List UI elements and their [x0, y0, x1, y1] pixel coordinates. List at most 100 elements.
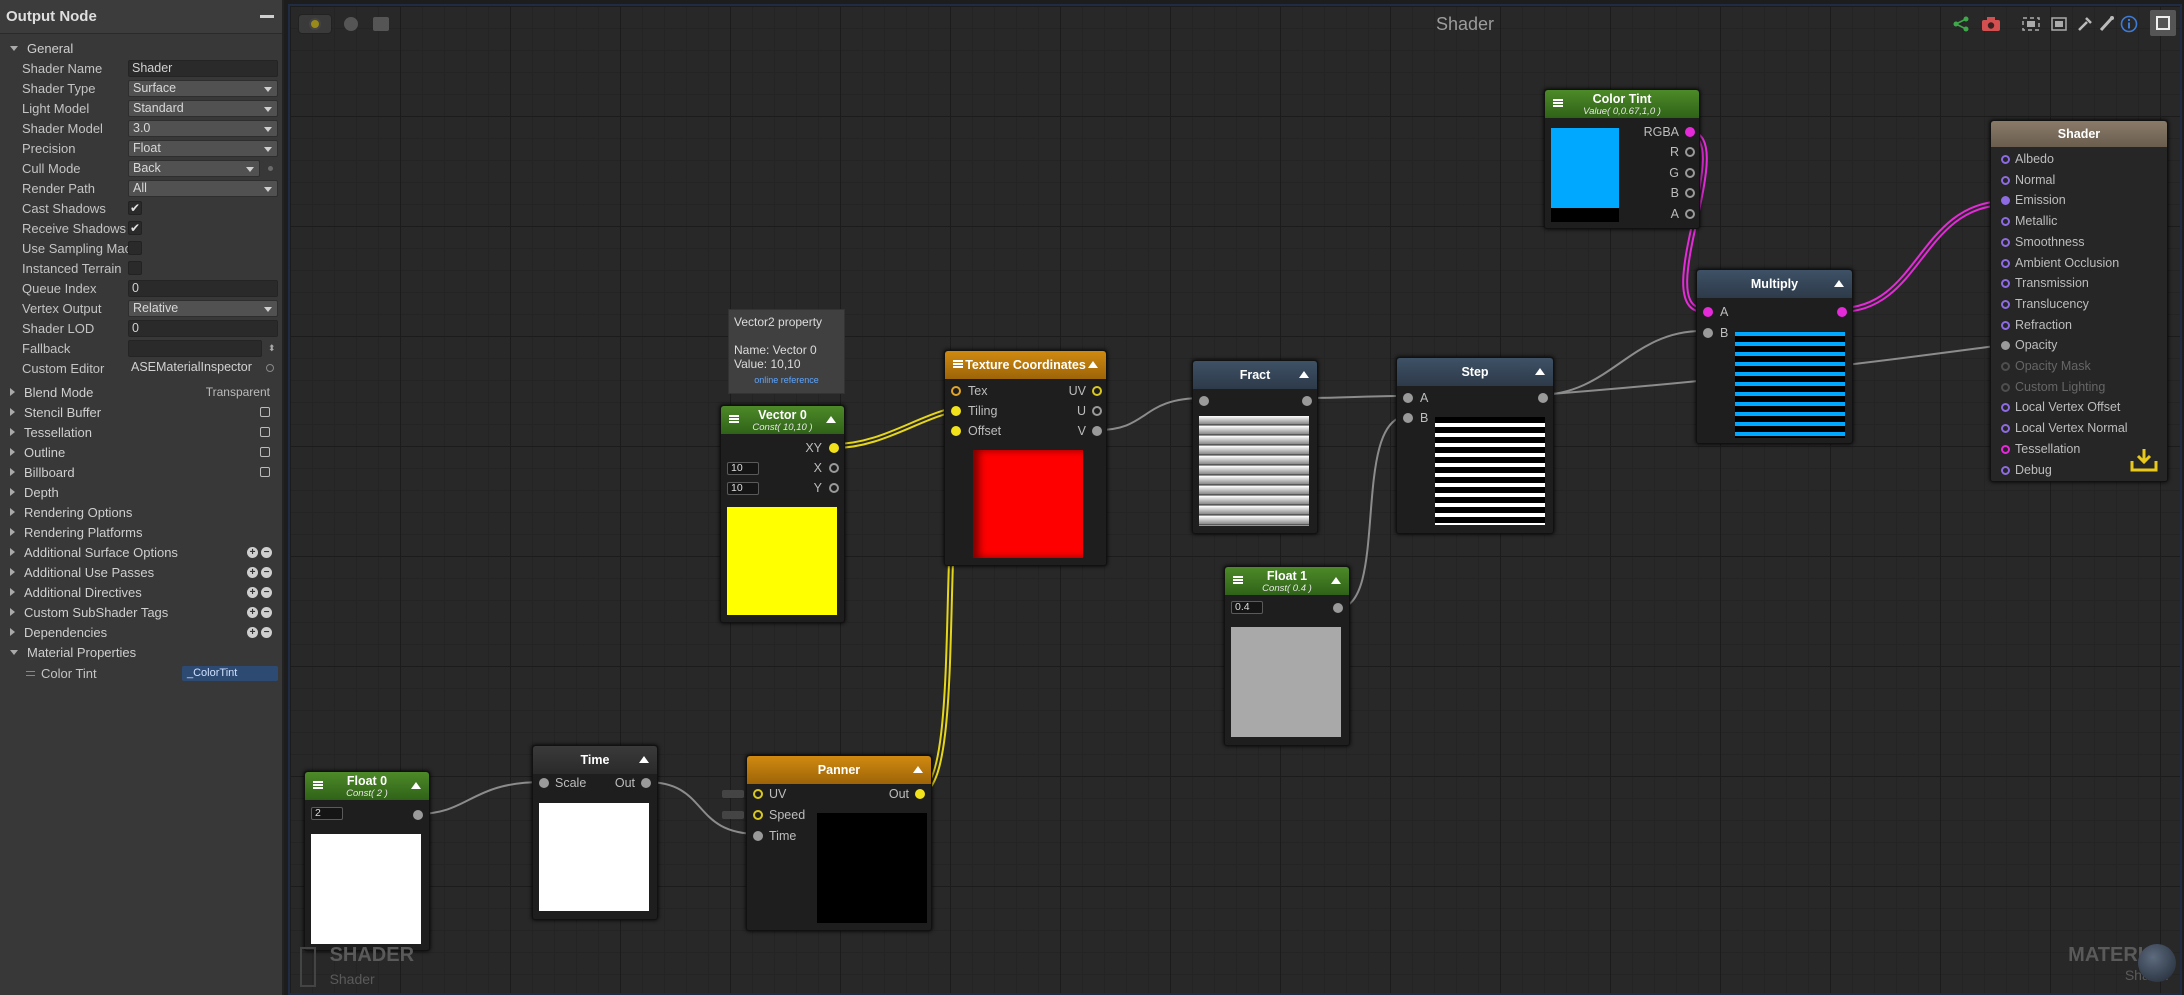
- drag-handle-icon[interactable]: [26, 670, 35, 676]
- shader-model-dropdown[interactable]: 3.0: [128, 119, 278, 137]
- remove-icon[interactable]: −: [261, 606, 272, 618]
- menu-icon[interactable]: [729, 415, 739, 423]
- custom-editor-input[interactable]: ASEMaterialInspector: [128, 360, 262, 377]
- shader-input-row[interactable]: Opacity Mask: [1991, 358, 2161, 376]
- remove-icon[interactable]: −: [261, 546, 272, 558]
- section-depth[interactable]: Depth: [0, 482, 282, 502]
- section-additional-directives[interactable]: Additional Directives + −: [0, 582, 282, 602]
- node-fract[interactable]: Fract: [1192, 360, 1318, 534]
- collapse-arrow-icon[interactable]: [826, 416, 836, 423]
- node-step[interactable]: Step A B: [1396, 357, 1554, 534]
- node-header[interactable]: Vector 0 Const( 10,10 ): [721, 406, 844, 434]
- menu-icon[interactable]: [1233, 576, 1243, 584]
- section-tessellation[interactable]: Tessellation: [0, 422, 282, 442]
- collapse-arrow-icon[interactable]: [639, 756, 649, 763]
- output-port[interactable]: [1538, 393, 1548, 403]
- section-rendering-platforms[interactable]: Rendering Platforms: [0, 522, 282, 542]
- add-icon[interactable]: +: [247, 546, 258, 558]
- node-header[interactable]: Float 1 Const( 0.4 ): [1225, 567, 1349, 595]
- input-port[interactable]: [2001, 155, 2010, 164]
- node-vector0[interactable]: Vector 0 Const( 10,10 ) XY 10 X 10 Y: [720, 405, 845, 623]
- uv-default-chip[interactable]: [722, 790, 744, 798]
- output-port-r[interactable]: [1685, 147, 1695, 157]
- instanced-terrain-checkbox[interactable]: [128, 261, 142, 275]
- input-port[interactable]: [2001, 382, 2010, 392]
- shader-input-row[interactable]: Smoothness: [1991, 234, 2161, 252]
- section-additional-use-passes[interactable]: Additional Use Passes + −: [0, 562, 282, 582]
- fallback-input[interactable]: [128, 339, 262, 357]
- input-port[interactable]: [2001, 237, 2010, 247]
- shader-input-row[interactable]: Opacity: [1991, 337, 2161, 355]
- queue-index-input[interactable]: 0: [128, 279, 278, 297]
- shader-input-row[interactable]: Local Vertex Offset: [1991, 399, 2161, 417]
- add-icon[interactable]: +: [247, 586, 258, 598]
- input-port-tiling[interactable]: [951, 406, 961, 416]
- output-port-x[interactable]: [829, 463, 839, 473]
- section-billboard[interactable]: Billboard: [0, 462, 282, 482]
- input-port-speed[interactable]: [753, 810, 763, 820]
- node-header[interactable]: Multiply: [1697, 270, 1852, 298]
- output-port[interactable]: [1302, 396, 1312, 406]
- vertex-output-dropdown[interactable]: Relative: [128, 299, 278, 317]
- shader-input-row[interactable]: Custom Lighting: [1991, 379, 2161, 397]
- output-port-xy[interactable]: [829, 443, 839, 453]
- input-port-uv[interactable]: [753, 789, 763, 799]
- fallback-picker-icon[interactable]: ⬍: [268, 343, 276, 354]
- output-port[interactable]: [1333, 603, 1343, 613]
- node-header[interactable]: Fract: [1193, 361, 1317, 389]
- input-port-b[interactable]: [1403, 413, 1413, 423]
- section-dependencies[interactable]: Dependencies + −: [0, 622, 282, 642]
- input-port-tex[interactable]: [951, 386, 961, 396]
- output-port-b[interactable]: [1685, 188, 1695, 198]
- input-port-a[interactable]: [1403, 393, 1413, 403]
- section-material-properties[interactable]: Material Properties: [0, 642, 282, 662]
- output-port[interactable]: [641, 778, 651, 788]
- input-port[interactable]: [2001, 175, 2010, 185]
- section-stencil[interactable]: Stencil Buffer: [0, 402, 282, 422]
- remove-icon[interactable]: −: [261, 566, 272, 578]
- shader-lod-input[interactable]: 0: [128, 319, 278, 337]
- output-port-a[interactable]: [1685, 209, 1695, 219]
- input-port[interactable]: [1199, 396, 1209, 406]
- shader-input-row[interactable]: Local Vertex Normal: [1991, 420, 2161, 438]
- float-value-input[interactable]: 0.4: [1231, 601, 1263, 614]
- inline-dot-icon[interactable]: [268, 165, 273, 171]
- material-preview-sphere[interactable]: [2138, 944, 2176, 982]
- light-model-dropdown[interactable]: Standard: [128, 99, 278, 117]
- input-port[interactable]: [2001, 279, 2010, 289]
- output-port-v[interactable]: [1092, 426, 1102, 436]
- shader-input-row[interactable]: Normal: [1991, 172, 2161, 190]
- input-port[interactable]: [2001, 341, 2010, 351]
- collapse-arrow-icon[interactable]: [1834, 280, 1844, 287]
- cull-mode-dropdown[interactable]: Back: [128, 159, 260, 177]
- node-time[interactable]: Time Scale Out: [532, 745, 658, 920]
- node-multiply[interactable]: Multiply A B: [1696, 269, 1853, 444]
- section-custom-subshader-tags[interactable]: Custom SubShader Tags + −: [0, 602, 282, 622]
- section-general[interactable]: General: [0, 38, 282, 58]
- shader-name-input[interactable]: Shader: [128, 59, 278, 77]
- collapse-arrow-icon[interactable]: [1331, 577, 1341, 584]
- blend-mode-value[interactable]: Transparent: [206, 385, 270, 399]
- node-header[interactable]: Step: [1397, 358, 1553, 386]
- shader-input-row[interactable]: Ambient Occlusion: [1991, 255, 2161, 273]
- shader-input-row[interactable]: Metallic: [1991, 213, 2161, 231]
- menu-icon[interactable]: [313, 781, 323, 789]
- input-port-a[interactable]: [1703, 307, 1713, 317]
- cast-shadows-checkbox[interactable]: ✔: [128, 201, 142, 215]
- collapse-arrow-icon[interactable]: [1299, 371, 1309, 378]
- outline-toggle[interactable]: [260, 447, 270, 457]
- add-icon[interactable]: +: [247, 626, 258, 638]
- output-port-rgba[interactable]: [1685, 127, 1695, 137]
- section-rendering-options[interactable]: Rendering Options: [0, 502, 282, 522]
- material-property-row[interactable]: Color Tint _ColorTint: [0, 662, 282, 684]
- output-port-y[interactable]: [829, 483, 839, 493]
- input-port[interactable]: [2001, 299, 2010, 309]
- node-float1[interactable]: Float 1 Const( 0.4 ) 0.4: [1224, 566, 1350, 746]
- input-port-offset[interactable]: [951, 426, 961, 436]
- shader-input-row[interactable]: Translucency: [1991, 296, 2161, 314]
- collapse-arrow-icon[interactable]: [1088, 361, 1098, 368]
- node-texture-coordinates[interactable]: Texture Coordinates Tex Tiling Offset UV…: [944, 350, 1107, 566]
- input-port[interactable]: [2001, 196, 2010, 206]
- output-port[interactable]: [1837, 307, 1847, 317]
- input-port-b[interactable]: [1703, 328, 1713, 338]
